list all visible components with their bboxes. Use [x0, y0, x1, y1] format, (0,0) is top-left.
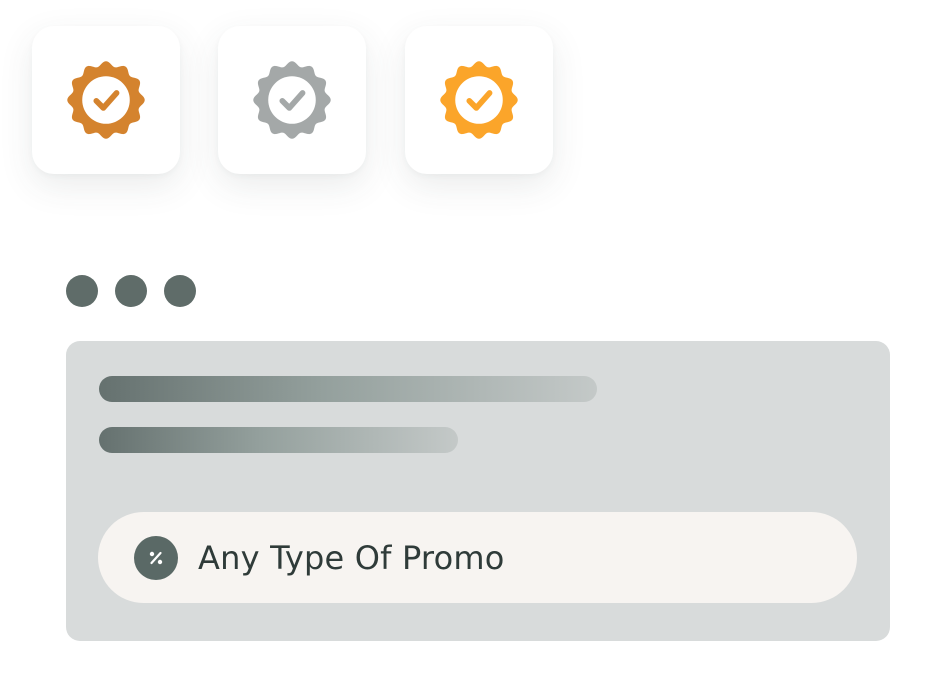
- window-dot[interactable]: [115, 275, 147, 307]
- verified-badge-icon: [67, 61, 145, 139]
- badge-card-silver[interactable]: [218, 26, 366, 174]
- verified-badge-icon: [253, 61, 331, 139]
- window-controls: [66, 275, 196, 307]
- content-panel: Any Type Of Promo: [66, 341, 890, 641]
- badge-card-bronze[interactable]: [32, 26, 180, 174]
- promo-option[interactable]: Any Type Of Promo: [98, 512, 857, 603]
- promo-label: Any Type Of Promo: [198, 538, 505, 577]
- window-dot[interactable]: [66, 275, 98, 307]
- percent-icon: [134, 535, 178, 580]
- badge-card-gold[interactable]: [405, 26, 553, 174]
- text-placeholder-bar: [99, 376, 597, 402]
- text-placeholder-bar: [99, 427, 458, 453]
- window-dot[interactable]: [164, 275, 196, 307]
- verified-badge-icon: [440, 61, 518, 139]
